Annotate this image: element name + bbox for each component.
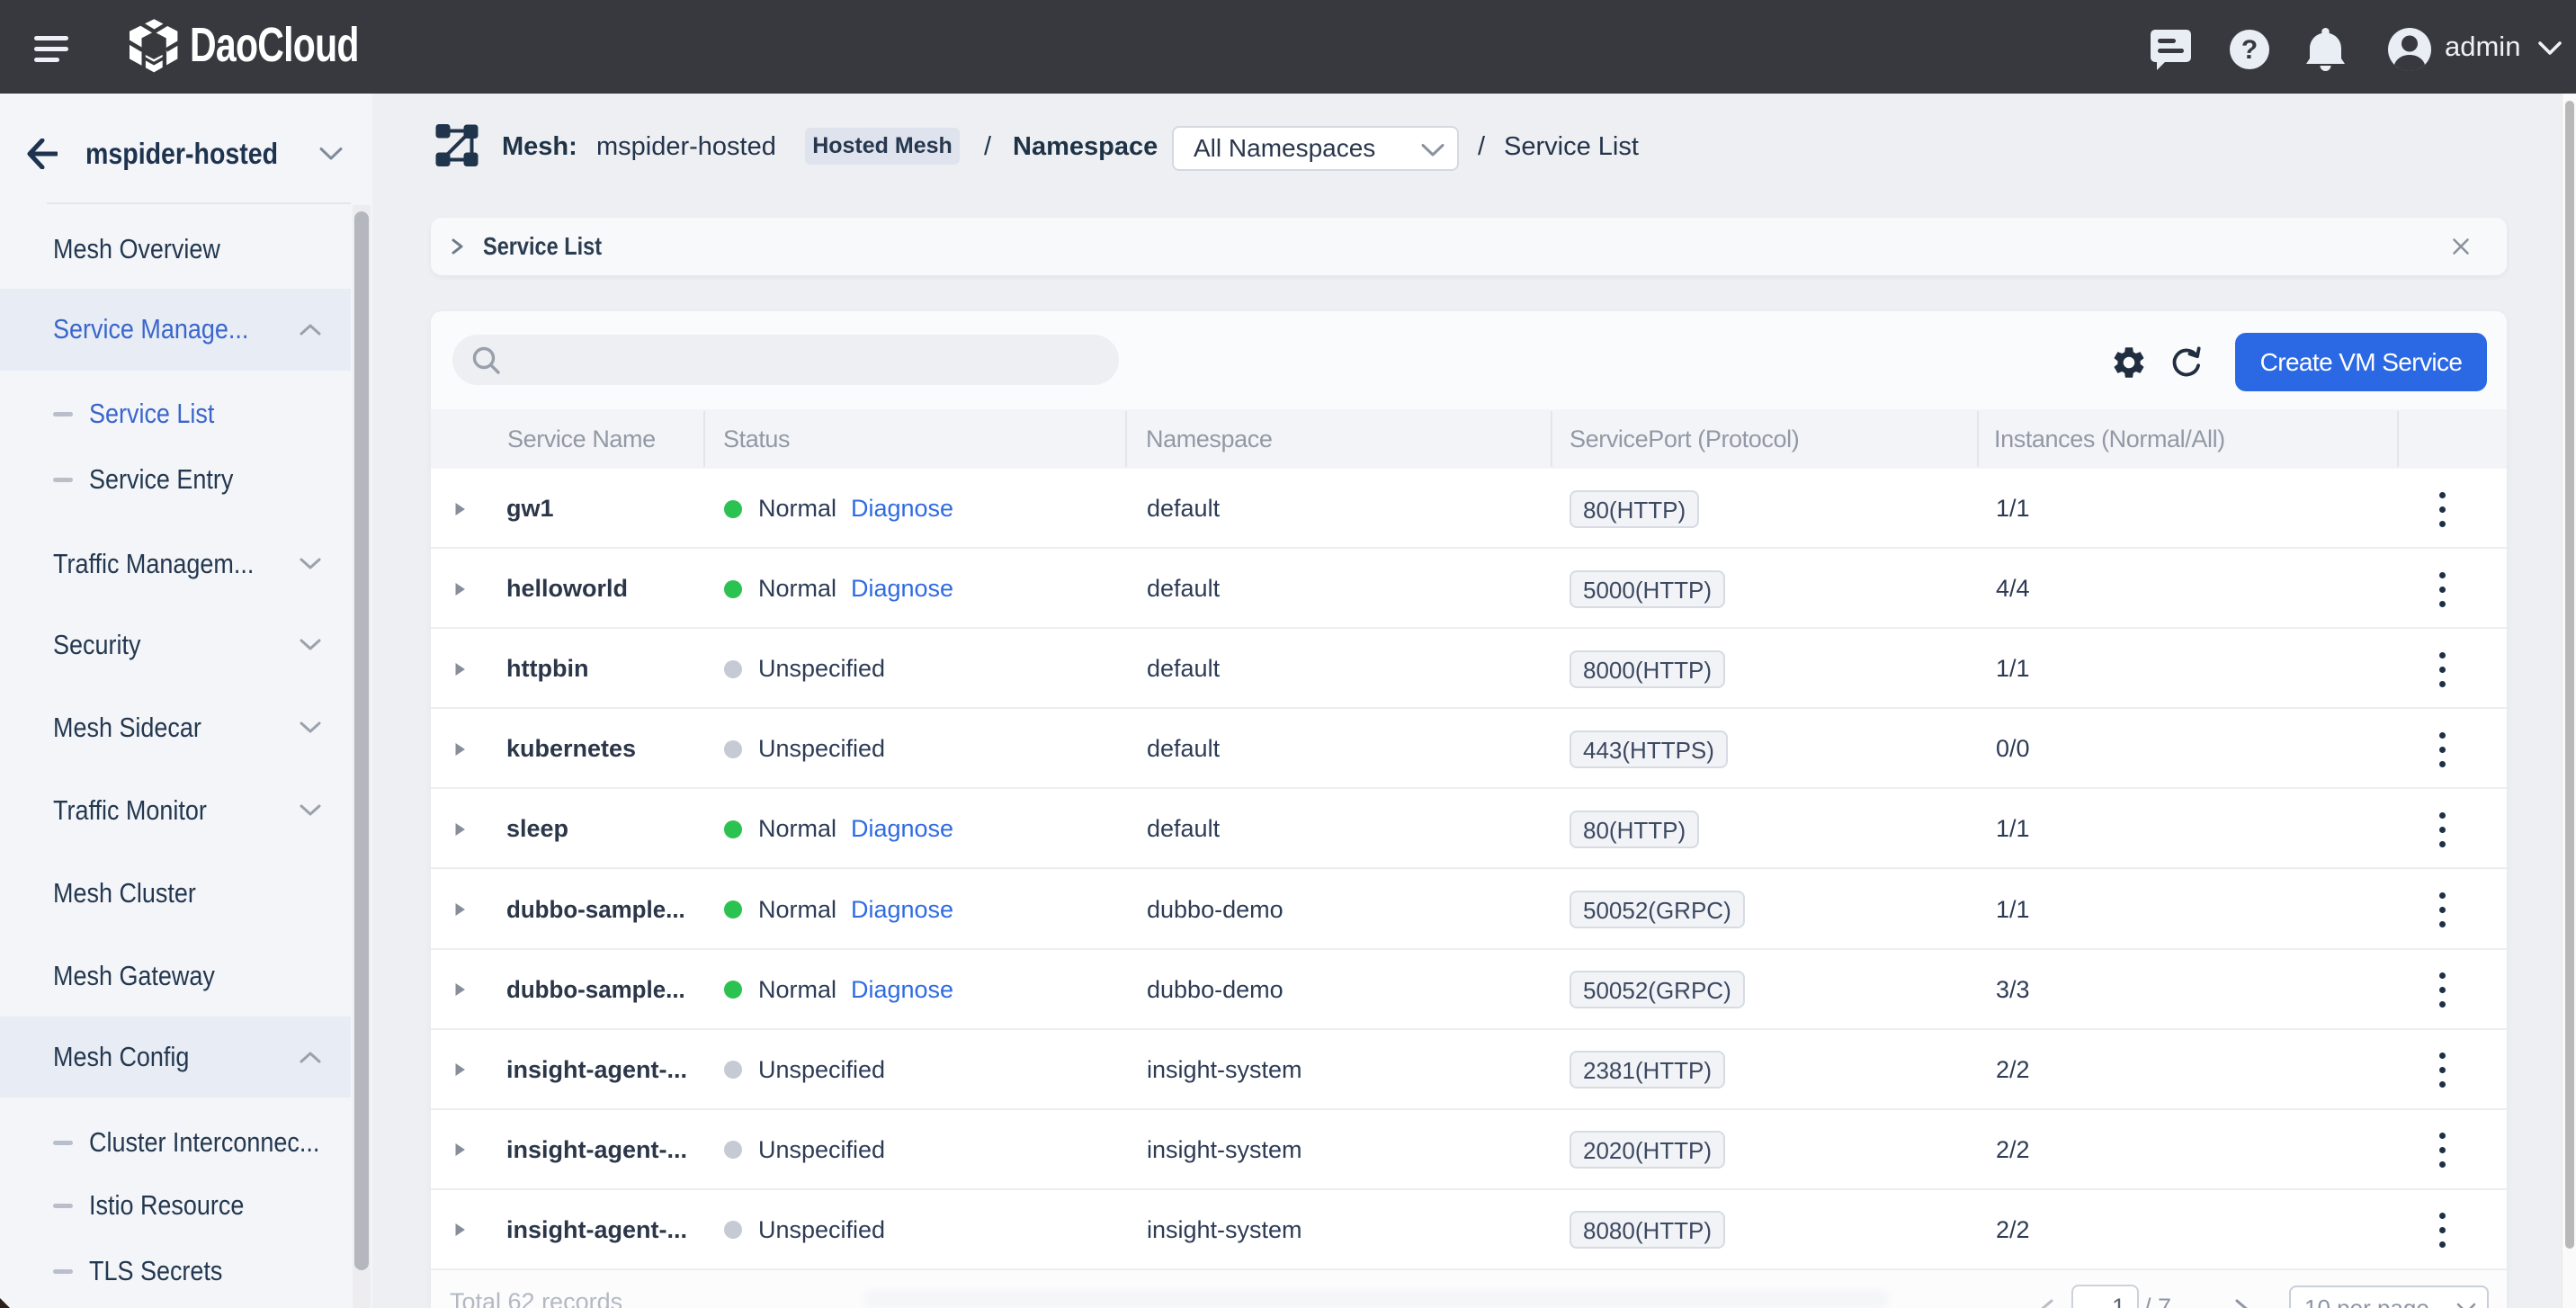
svg-text:?: ? <box>2241 35 2258 65</box>
